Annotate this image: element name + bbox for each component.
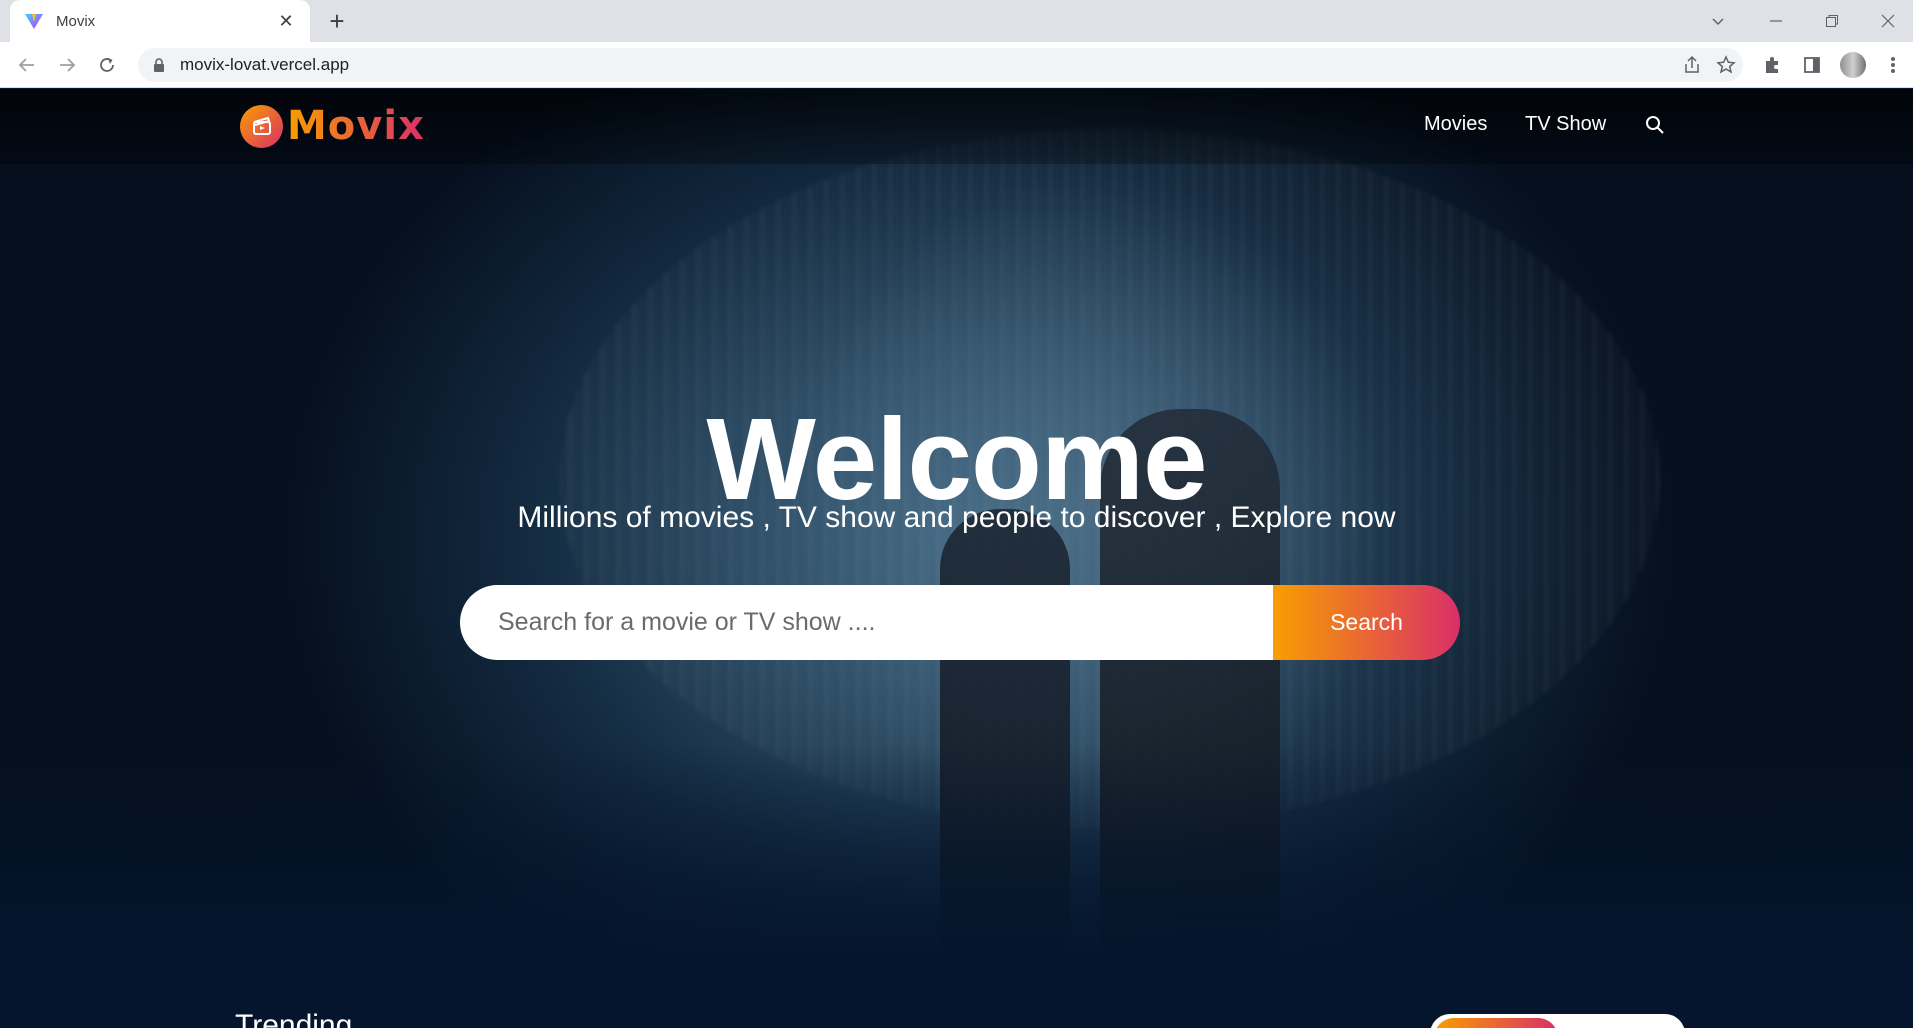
hero-search-bar: Search bbox=[460, 585, 1460, 660]
reload-button[interactable] bbox=[92, 50, 122, 80]
vite-favicon-icon bbox=[25, 14, 43, 29]
browser-tabbar: Movix ✕ + bbox=[0, 0, 1913, 42]
trending-switch-tabs[interactable] bbox=[1430, 1014, 1685, 1028]
close-window-button[interactable] bbox=[1860, 0, 1913, 42]
clapperboard-icon bbox=[240, 104, 283, 148]
url-text: movix-lovat.vercel.app bbox=[180, 55, 350, 74]
tab-title: Movix bbox=[56, 12, 96, 30]
hero-subtitle: Millions of movies , TV show and people … bbox=[517, 501, 1396, 534]
search-input[interactable] bbox=[460, 585, 1273, 660]
nav-movies-label: Movies bbox=[1424, 113, 1488, 135]
extensions-icon[interactable] bbox=[1757, 50, 1787, 80]
lock-icon bbox=[154, 58, 164, 72]
trending-title: Trending bbox=[235, 1009, 353, 1028]
more-menu-icon[interactable] bbox=[1878, 50, 1908, 80]
search-button[interactable]: Search bbox=[1273, 585, 1460, 660]
side-panel-icon[interactable] bbox=[1797, 50, 1827, 80]
forward-button[interactable] bbox=[52, 50, 82, 80]
nav-movies[interactable]: Movies bbox=[1424, 113, 1487, 136]
browser-toolbar: movix-lovat.vercel.app bbox=[0, 42, 1913, 88]
back-button[interactable] bbox=[12, 50, 42, 80]
nav-tv-show[interactable]: TV Show bbox=[1525, 113, 1606, 136]
switch-active-tab[interactable] bbox=[1434, 1018, 1558, 1028]
browser-tab[interactable]: Movix ✕ bbox=[10, 0, 310, 42]
header-search-icon[interactable] bbox=[1645, 115, 1665, 135]
new-tab-button[interactable]: + bbox=[322, 6, 352, 36]
page: Movix Movies TV Show Welcome Millions of… bbox=[0, 89, 1913, 1028]
profile-avatar[interactable] bbox=[1838, 50, 1868, 80]
logo-text: Movix bbox=[287, 103, 425, 149]
minimize-button[interactable] bbox=[1748, 0, 1804, 42]
address-bar[interactable]: movix-lovat.vercel.app bbox=[138, 48, 1743, 82]
site-header: Movix Movies TV Show bbox=[0, 89, 1913, 164]
nav-tv-show-label: TV Show bbox=[1525, 113, 1607, 135]
restore-button[interactable] bbox=[1804, 0, 1860, 42]
close-tab-icon[interactable]: ✕ bbox=[276, 11, 296, 32]
share-icon[interactable] bbox=[1675, 48, 1709, 82]
tab-search-icon[interactable] bbox=[1690, 0, 1746, 42]
bookmark-star-icon[interactable] bbox=[1709, 48, 1743, 82]
movix-logo[interactable]: Movix bbox=[240, 103, 425, 149]
